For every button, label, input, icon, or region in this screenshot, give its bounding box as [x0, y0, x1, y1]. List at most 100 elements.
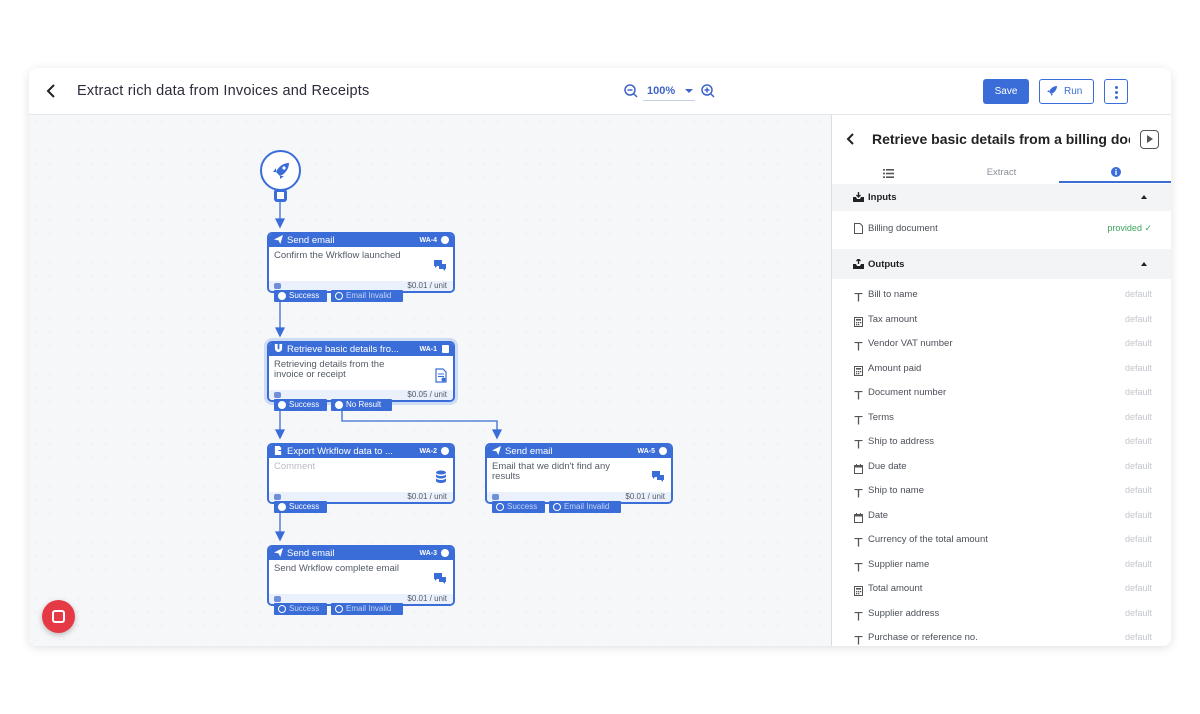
trash-icon[interactable]: [442, 345, 449, 353]
output-value: default: [1124, 387, 1152, 397]
robot-icon: [274, 283, 281, 289]
output-row[interactable]: Amount paid default: [832, 361, 1171, 377]
node-price: $0.01 / unit: [407, 281, 447, 290]
output-row[interactable]: Due date default: [832, 459, 1171, 475]
port-success[interactable]: Success: [492, 501, 545, 513]
output-row[interactable]: Document number default: [832, 385, 1171, 401]
output-label: Date: [868, 509, 889, 521]
workflow-canvas[interactable]: Send email WA-4 Confirm the Wrkflow laun…: [29, 115, 831, 646]
more-options-button[interactable]: [1104, 79, 1128, 104]
output-value: default: [1124, 558, 1152, 569]
output-value: default: [1124, 436, 1152, 446]
output-label: Due date: [868, 460, 907, 472]
output-row[interactable]: Supplier name default: [832, 557, 1171, 573]
output-label: Terms: [868, 411, 894, 423]
outputs-section-header[interactable]: Outputs: [832, 249, 1171, 279]
output-label: Vendor VAT number: [868, 338, 953, 349]
text-icon: [854, 534, 863, 552]
node-body: Retrieving details from the invoice or r…: [269, 356, 453, 390]
tab-extract[interactable]: Extract: [945, 163, 1058, 183]
output-value: default: [1124, 338, 1152, 348]
dot-icon: [1115, 86, 1118, 89]
output-row[interactable]: Total amount default: [832, 581, 1171, 597]
back-icon[interactable]: [43, 82, 61, 100]
port-success[interactable]: Success: [274, 399, 327, 411]
zoom-select[interactable]: 100%: [643, 81, 695, 101]
output-row[interactable]: Purchase or reference no. default: [832, 630, 1171, 646]
text-icon: [854, 289, 863, 307]
zoom-value: 100%: [647, 85, 676, 97]
list-icon: [883, 169, 894, 178]
output-value: default: [1124, 534, 1152, 544]
panel-tabs: Extract: [832, 163, 1171, 183]
magnet-icon: [274, 344, 283, 353]
export-icon: [274, 446, 283, 455]
output-row[interactable]: Bill to name default: [832, 287, 1171, 303]
output-row[interactable]: Terms default: [832, 410, 1171, 426]
edge-arrow: [274, 531, 286, 542]
output-row[interactable]: Ship to name default: [832, 483, 1171, 499]
chat-icon: [434, 260, 446, 271]
output-label: Tax amount: [868, 313, 918, 325]
node-title: Send email: [505, 446, 553, 457]
inputs-section-header[interactable]: Inputs: [832, 184, 1171, 211]
text-icon: [854, 632, 863, 646]
output-label: Document number: [868, 387, 947, 398]
port-email-invalid[interactable]: Email Invalid: [331, 603, 403, 615]
output-label: Bill to name: [868, 289, 918, 300]
edge-arrow: [274, 429, 286, 440]
outputs-title: Outputs: [868, 259, 905, 270]
chat-launcher-button[interactable]: [42, 600, 75, 633]
calendar-icon: [854, 461, 863, 479]
output-row[interactable]: Ship to address default: [832, 434, 1171, 450]
tab-list[interactable]: [832, 163, 945, 183]
input-row[interactable]: Billing document provided ✓: [832, 221, 1171, 237]
document-icon: [854, 223, 863, 234]
database-icon: [436, 470, 446, 483]
output-row[interactable]: Date default: [832, 508, 1171, 524]
output-value: default: [1124, 313, 1152, 324]
start-output-port[interactable]: [274, 189, 287, 202]
port-no-result[interactable]: No Result: [331, 399, 392, 411]
panel-title: Retrieve basic details from a billing do…: [872, 131, 1130, 147]
output-row[interactable]: Supplier address default: [832, 606, 1171, 622]
text-icon: [854, 559, 863, 577]
port-success[interactable]: Success: [274, 290, 327, 302]
zoom-in-icon[interactable]: [700, 83, 716, 99]
port-email-invalid[interactable]: Email Invalid: [331, 290, 403, 302]
output-value: default: [1124, 607, 1152, 618]
output-label: Amount paid: [868, 362, 922, 374]
output-row[interactable]: Currency of the total amount default: [832, 532, 1171, 548]
workflow-node-wa3[interactable]: Send email WA-3 Send Wrkflow complete em…: [267, 545, 455, 606]
run-button[interactable]: Run: [1039, 79, 1094, 104]
workflow-start-node[interactable]: [260, 150, 301, 191]
port-success[interactable]: Success: [274, 501, 327, 513]
rocket-icon: [273, 163, 289, 179]
rocket-icon: [1047, 86, 1057, 96]
output-row[interactable]: Vendor VAT number default: [832, 336, 1171, 352]
edge-wa1-wa5: [341, 411, 498, 436]
workflow-node-wa4[interactable]: Send email WA-4 Confirm the Wrkflow laun…: [267, 232, 455, 293]
node-comment-placeholder[interactable]: Comment: [274, 461, 315, 472]
node-price: $0.01 / unit: [625, 492, 665, 501]
zoom-out-icon[interactable]: [623, 83, 639, 99]
play-icon[interactable]: [1140, 130, 1159, 149]
workflow-node-wa5[interactable]: Send email WA-5 Email that we didn't fin…: [485, 443, 673, 504]
output-value: default: [1124, 289, 1152, 299]
run-label: Run: [1064, 86, 1083, 97]
port-success[interactable]: Success: [274, 603, 327, 615]
output-row[interactable]: Tax amount default: [832, 312, 1171, 328]
output-value: default: [1124, 583, 1152, 593]
save-button[interactable]: Save: [983, 79, 1029, 104]
workflow-node-wa2[interactable]: Export Wrkflow data to ... WA-2 Comment …: [267, 443, 455, 504]
output-value: default: [1124, 485, 1152, 495]
output-value: default: [1124, 460, 1152, 471]
panel-back-icon[interactable]: [844, 132, 858, 146]
send-icon: [492, 446, 501, 455]
text-icon: [854, 338, 863, 356]
output-label: Purchase or reference no.: [868, 632, 978, 643]
workflow-node-wa1[interactable]: Retrieve basic details fro... WA-1 Retri…: [267, 341, 455, 402]
port-email-invalid[interactable]: Email Invalid: [549, 501, 621, 513]
check-icon: [441, 549, 449, 557]
tab-info[interactable]: [1059, 163, 1171, 183]
